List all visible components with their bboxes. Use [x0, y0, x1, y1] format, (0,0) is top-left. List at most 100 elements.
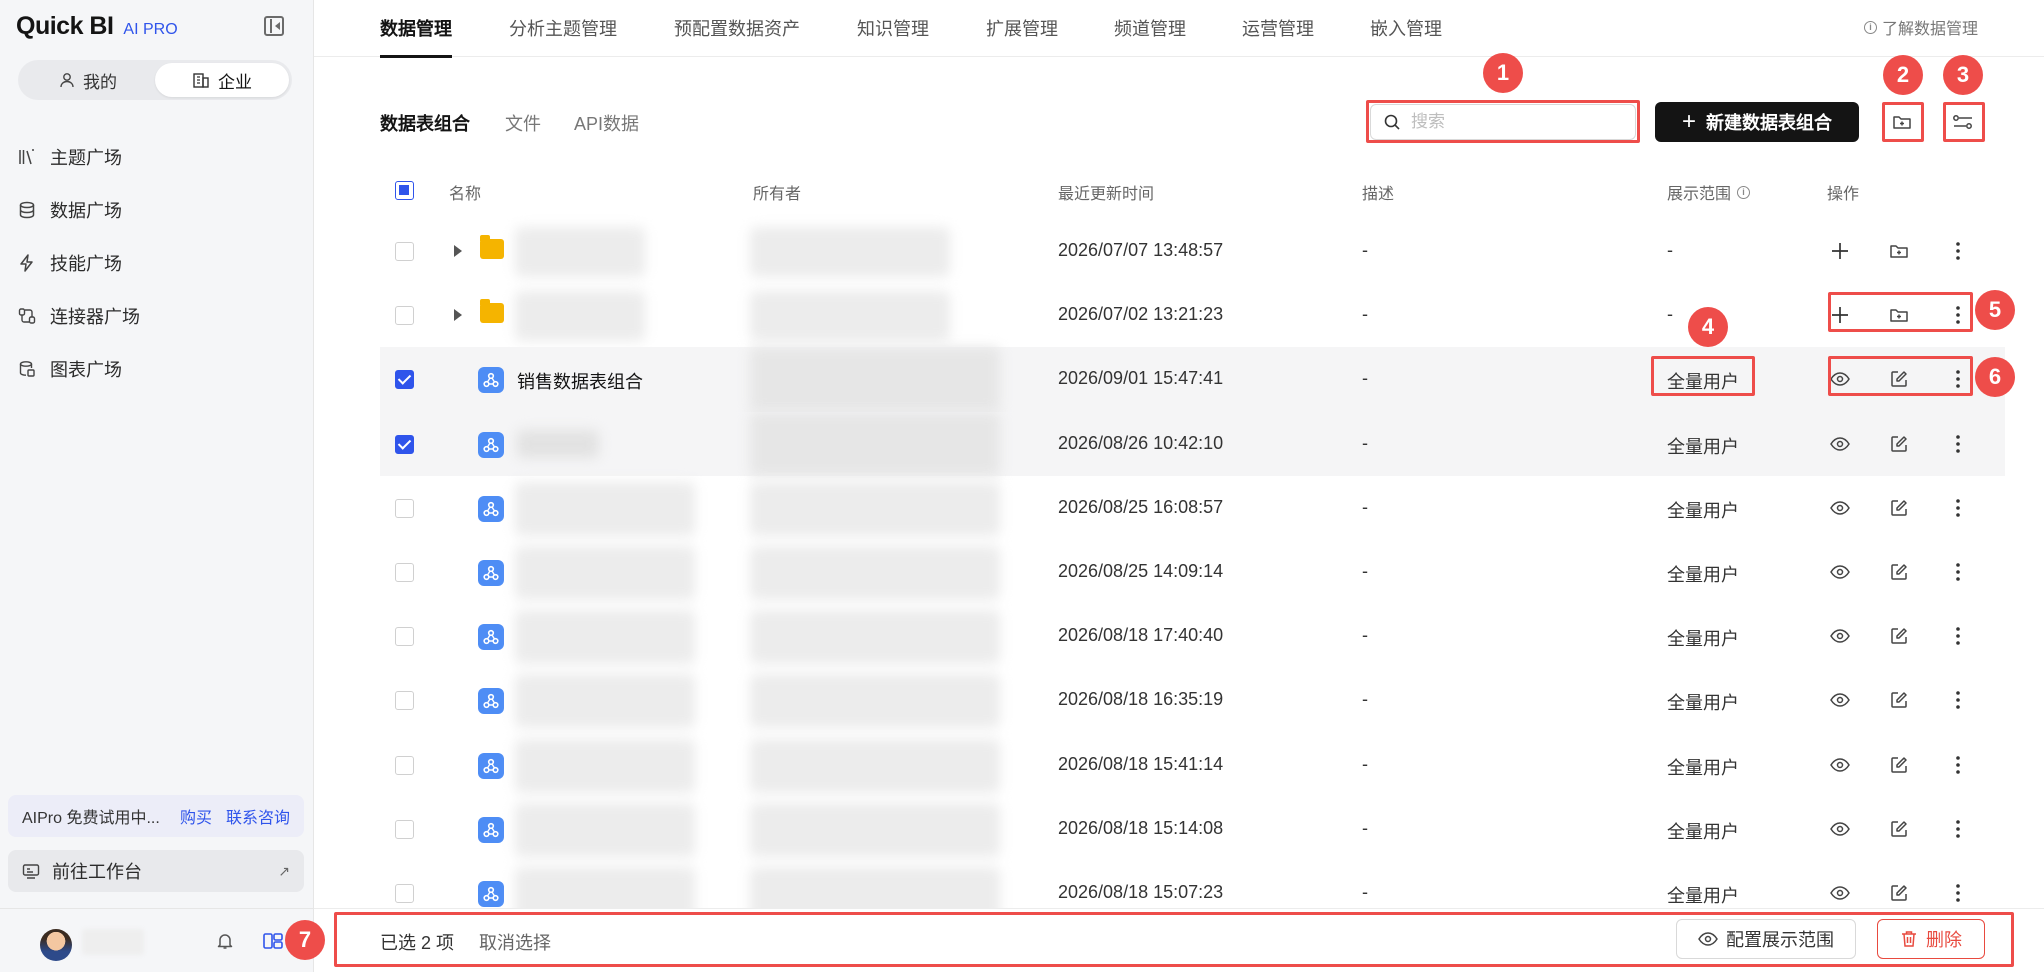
- row-checkbox[interactable]: [395, 883, 414, 903]
- sidebar-item-data-plaza[interactable]: 数据广场: [0, 183, 314, 236]
- row-checkbox[interactable]: [395, 562, 414, 582]
- eye-icon[interactable]: [1827, 366, 1853, 392]
- eye-icon[interactable]: [1827, 559, 1853, 585]
- table-row[interactable]: 2026/08/18 17:40:40 - 全量用户: [380, 604, 2005, 668]
- owner-blurred: [750, 674, 1000, 729]
- tab-data-management[interactable]: 数据管理: [380, 15, 452, 58]
- row-checkbox[interactable]: [395, 755, 414, 775]
- bell-icon[interactable]: [216, 932, 234, 950]
- tab-extensions[interactable]: 扩展管理: [986, 15, 1058, 41]
- row-checkbox[interactable]: [395, 627, 414, 647]
- edit-icon[interactable]: [1886, 816, 1912, 842]
- edit-icon[interactable]: [1886, 559, 1912, 585]
- table-row[interactable]: 2026/08/18 15:14:08 - 全量用户: [380, 797, 2005, 861]
- more-icon[interactable]: [1945, 238, 1971, 264]
- row-checkbox[interactable]: [395, 691, 414, 711]
- updated-time: 2026/08/18 15:14:08: [1058, 817, 1224, 838]
- add-folder-icon[interactable]: [1886, 238, 1912, 264]
- table-row[interactable]: 2026/08/18 16:35:19 - 全量用户: [380, 668, 2005, 732]
- table-row[interactable]: 2026/07/02 13:21:23 - -: [380, 283, 2005, 347]
- table-row[interactable]: 2026/08/26 10:42:10 - 全量用户: [380, 411, 2005, 476]
- table-row[interactable]: 2026/08/18 15:41:14 - 全量用户: [380, 733, 2005, 797]
- apps-icon[interactable]: [262, 930, 284, 952]
- goto-workspace-button[interactable]: 前往工作台 ↗: [8, 850, 304, 892]
- eye-icon[interactable]: [1827, 816, 1853, 842]
- owner-blurred: [750, 411, 1000, 476]
- table-row[interactable]: 2026/08/25 14:09:14 - 全量用户: [380, 540, 2005, 604]
- eye-icon[interactable]: [1827, 880, 1853, 906]
- table-row[interactable]: 2026/08/25 16:08:57 - 全量用户: [380, 476, 2005, 540]
- eye-icon[interactable]: [1827, 431, 1853, 457]
- eye-icon[interactable]: [1827, 687, 1853, 713]
- row-checkbox[interactable]: [395, 819, 414, 839]
- updated-time: 2026/08/18 16:35:19: [1058, 689, 1224, 710]
- tab-analysis-theme[interactable]: 分析主题管理: [509, 15, 617, 41]
- new-folder-button[interactable]: [1884, 104, 1920, 140]
- tab-embed[interactable]: 嵌入管理: [1370, 15, 1442, 41]
- avatar[interactable]: [40, 929, 72, 961]
- help-link[interactable]: i 了解数据管理: [1863, 15, 1978, 39]
- tab-preconfigured-assets[interactable]: 预配置数据资产: [674, 15, 800, 41]
- segment-mine[interactable]: 我的: [21, 63, 155, 97]
- delete-button[interactable]: 删除: [1877, 919, 1985, 959]
- more-icon[interactable]: [1945, 687, 1971, 713]
- subtab-api-data[interactable]: API数据: [574, 110, 639, 136]
- tab-operations[interactable]: 运营管理: [1242, 15, 1314, 41]
- expand-caret-icon[interactable]: [454, 245, 462, 257]
- more-icon[interactable]: [1945, 816, 1971, 842]
- eye-icon[interactable]: [1827, 623, 1853, 649]
- more-icon[interactable]: [1945, 559, 1971, 585]
- table-row[interactable]: 2026/07/07 13:48:57 - -: [380, 219, 2005, 283]
- search-input[interactable]: [1411, 112, 1611, 132]
- row-checkbox[interactable]: [395, 242, 414, 261]
- sidebar-item-skill-plaza[interactable]: 技能广场: [0, 236, 314, 289]
- edit-icon[interactable]: [1886, 880, 1912, 906]
- table-row[interactable]: 销售数据表组合 2026/09/01 15:47:41 - 全量用户: [380, 347, 2005, 412]
- edit-icon[interactable]: [1886, 687, 1912, 713]
- more-icon[interactable]: [1945, 366, 1971, 392]
- more-icon[interactable]: [1945, 880, 1971, 906]
- segment-enterprise[interactable]: 企业: [155, 63, 289, 97]
- row-checkbox[interactable]: [395, 498, 414, 518]
- row-checkbox[interactable]: [395, 434, 414, 454]
- edit-icon[interactable]: [1886, 431, 1912, 457]
- consult-link[interactable]: 联系咨询: [226, 804, 290, 828]
- new-table-combo-button[interactable]: + 新建数据表组合: [1655, 102, 1859, 142]
- buy-link[interactable]: 购买: [180, 804, 212, 828]
- more-icon[interactable]: [1945, 623, 1971, 649]
- eye-icon[interactable]: [1827, 495, 1853, 521]
- brand-logo[interactable]: Quick BI AI PRO: [16, 12, 178, 40]
- table-combo-icon: [478, 688, 504, 715]
- eye-icon[interactable]: [1827, 752, 1853, 778]
- tab-knowledge[interactable]: 知识管理: [857, 15, 929, 41]
- filter-settings-button[interactable]: [1945, 104, 1981, 140]
- config-scope-button[interactable]: 配置展示范围: [1676, 919, 1856, 959]
- edit-icon[interactable]: [1886, 752, 1912, 778]
- more-icon[interactable]: [1945, 302, 1971, 328]
- tab-channels[interactable]: 频道管理: [1114, 15, 1186, 41]
- sidebar-item-theme-plaza[interactable]: 主题广场: [0, 130, 314, 183]
- more-icon[interactable]: [1945, 495, 1971, 521]
- expand-caret-icon[interactable]: [454, 309, 462, 322]
- search-box[interactable]: [1370, 104, 1636, 140]
- add-icon[interactable]: [1827, 302, 1853, 328]
- add-folder-icon[interactable]: [1886, 302, 1912, 328]
- scope-info-icon[interactable]: i: [1737, 185, 1751, 199]
- more-icon[interactable]: [1945, 752, 1971, 778]
- edit-icon[interactable]: [1886, 623, 1912, 649]
- cancel-selection-link[interactable]: 取消选择: [479, 929, 551, 955]
- more-icon[interactable]: [1945, 431, 1971, 457]
- subtab-files[interactable]: 文件: [505, 110, 541, 136]
- folder-icon: [480, 235, 504, 259]
- collapse-sidebar-icon[interactable]: [264, 16, 284, 36]
- edit-icon[interactable]: [1886, 366, 1912, 392]
- edit-icon[interactable]: [1886, 495, 1912, 521]
- row-checkbox[interactable]: [395, 306, 414, 326]
- item-name[interactable]: 销售数据表组合: [517, 368, 643, 394]
- subtab-table-combos[interactable]: 数据表组合: [380, 110, 470, 136]
- select-all-checkbox[interactable]: [395, 181, 414, 200]
- add-icon[interactable]: [1827, 238, 1853, 264]
- sidebar-item-chart-plaza[interactable]: 图表广场: [0, 342, 314, 395]
- row-checkbox[interactable]: [395, 370, 414, 390]
- sidebar-item-connector-plaza[interactable]: 连接器广场: [0, 289, 314, 342]
